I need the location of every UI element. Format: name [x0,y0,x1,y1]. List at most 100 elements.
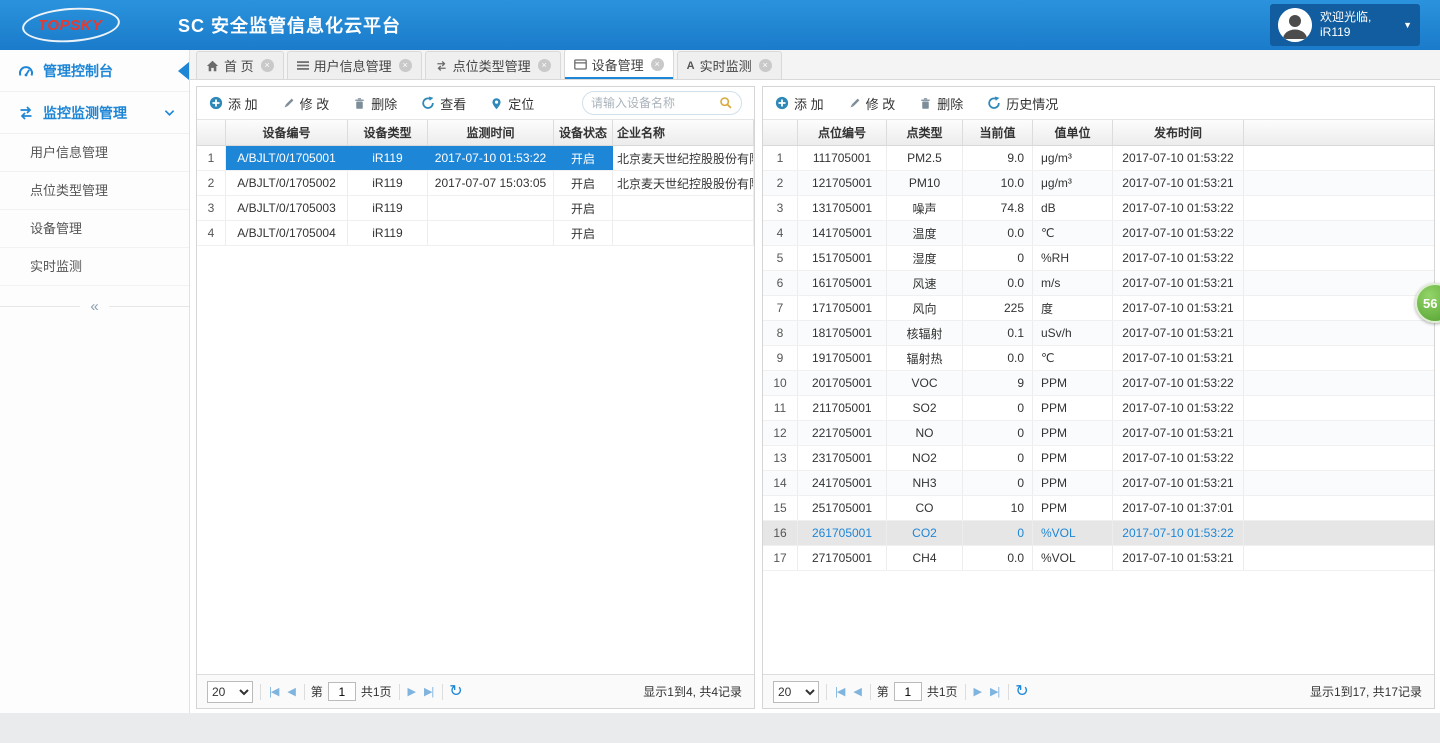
cell: 2017-07-10 01:53:22 [1113,196,1244,220]
device-card-icon [574,59,587,70]
divider [442,684,443,700]
button-label: 历史情况 [1006,94,1058,113]
close-icon[interactable]: × [399,59,412,72]
cell: 261705001 [798,521,887,545]
cell: 2017-07-10 01:53:21 [1113,421,1244,445]
edit-button[interactable]: 修 改 [282,94,330,113]
page-number-input[interactable] [328,682,356,701]
user-menu[interactable]: 欢迎光临, iR119 ▼ [1270,4,1420,46]
cell: NH3 [887,471,963,495]
table-row[interactable]: 3131705001噪声74.8dB2017-07-10 01:53:22 [763,196,1434,221]
close-icon[interactable]: × [538,59,551,72]
cell: 13 [763,446,798,470]
column-header[interactable]: 企业名称 [613,120,754,145]
sidebar-collapse-button[interactable]: « [0,292,189,320]
cell: 2017-07-10 01:37:01 [1113,496,1244,520]
column-header[interactable]: 当前值 [963,120,1033,145]
cell: 风速 [887,271,963,295]
table-row[interactable]: 3A/BJLT/0/1705003iR119开启 [197,196,754,221]
table-row[interactable]: 2121705001PM1010.0μg/m³2017-07-10 01:53:… [763,171,1434,196]
refresh-icon[interactable]: ↻ [1015,684,1028,700]
delete-button[interactable]: 删除 [353,94,397,113]
column-header[interactable]: 点位编号 [798,120,887,145]
first-page-button[interactable]: |◀ [833,685,846,698]
tab-device-mgmt[interactable]: 设备管理 × [564,49,674,79]
sidebar-item-realtime[interactable]: 实时监测 [0,248,189,286]
table-row[interactable]: 4141705001温度0.0℃2017-07-10 01:53:22 [763,221,1434,246]
column-header[interactable]: 发布时间 [1113,120,1244,145]
table-row[interactable]: 7171705001风向225度2017-07-10 01:53:21 [763,296,1434,321]
search-input[interactable] [591,96,719,110]
column-header[interactable]: 监测时间 [428,120,554,145]
list-icon [297,60,309,71]
edit-button[interactable]: 修 改 [848,94,896,113]
cell: uSv/h [1033,321,1113,345]
close-icon[interactable]: × [651,58,664,71]
table-row[interactable]: 14241705001NH30PPM2017-07-10 01:53:21 [763,471,1434,496]
table-row[interactable]: 12221705001NO0PPM2017-07-10 01:53:21 [763,421,1434,446]
table-row[interactable]: 2A/BJLT/0/1705002iR1192017-07-07 15:03:0… [197,171,754,196]
column-header[interactable]: 设备类型 [348,120,428,145]
tab-home[interactable]: 首 页 × [196,51,284,79]
sidebar-item-device-mgmt[interactable]: 设备管理 [0,210,189,248]
close-icon[interactable]: × [261,59,274,72]
divider [304,684,305,700]
next-page-button[interactable]: ▶ [406,685,417,698]
prev-page-button[interactable]: ◀ [851,685,862,698]
table-row[interactable]: 6161705001风速0.0m/s2017-07-10 01:53:21 [763,271,1434,296]
sidebar-item-point-type[interactable]: 点位类型管理 [0,172,189,210]
last-page-button[interactable]: ▶| [422,685,435,698]
tab-label: 点位类型管理 [453,56,531,75]
page-number-input[interactable] [894,682,922,701]
column-header[interactable]: 点类型 [887,120,963,145]
first-page-button[interactable]: |◀ [267,685,280,698]
table-row[interactable]: 10201705001VOC9PPM2017-07-10 01:53:22 [763,371,1434,396]
button-label: 添 加 [794,94,824,113]
tab-point-type[interactable]: 点位类型管理 × [425,51,561,79]
cell: 2 [197,171,226,195]
refresh-icon[interactable]: ↻ [449,684,462,700]
tab-user-info[interactable]: 用户信息管理 × [287,51,422,79]
button-label: 添 加 [228,94,258,113]
table-row[interactable]: 16261705001CO20%VOL2017-07-10 01:53:22 [763,521,1434,546]
history-button[interactable]: 历史情况 [987,94,1058,113]
sidebar-item-user-info[interactable]: 用户信息管理 [0,134,189,172]
tab-realtime[interactable]: A 实时监测 × [677,51,782,79]
divider [1008,684,1009,700]
tab-label: 用户信息管理 [314,56,392,75]
table-row[interactable]: 9191705001辐射热0.0℃2017-07-10 01:53:21 [763,346,1434,371]
device-pagination: 20 |◀ ◀ 第 共1页 ▶ ▶| ↻ 显示1到4, 共4记录 [197,674,754,708]
welcome-text: 欢迎光临, iR119 [1320,10,1371,40]
page-size-select[interactable]: 20 [773,681,819,703]
column-header[interactable]: 设备编号 [226,120,348,145]
prev-page-button[interactable]: ◀ [285,685,296,698]
table-row[interactable]: 8181705001核辐射0.1uSv/h2017-07-10 01:53:21 [763,321,1434,346]
next-page-button[interactable]: ▶ [972,685,983,698]
page-size-select[interactable]: 20 [207,681,253,703]
table-row[interactable]: 15251705001CO10PPM2017-07-10 01:37:01 [763,496,1434,521]
device-table-body: 1A/BJLT/0/1705001iR1192017-07-10 01:53:2… [197,146,754,246]
close-icon[interactable]: × [759,59,772,72]
cell: NO [887,421,963,445]
last-page-button[interactable]: ▶| [988,685,1001,698]
table-row[interactable]: 17271705001CH40.0%VOL2017-07-10 01:53:21 [763,546,1434,571]
device-table-header: 设备编号设备类型监测时间设备状态企业名称 [197,120,754,146]
column-header[interactable]: 值单位 [1033,120,1113,145]
table-row[interactable]: 1A/BJLT/0/1705001iR1192017-07-10 01:53:2… [197,146,754,171]
search-icon[interactable] [719,96,733,110]
cell: 141705001 [798,221,887,245]
table-row[interactable]: 13231705001NO20PPM2017-07-10 01:53:22 [763,446,1434,471]
cell: 3 [763,196,798,220]
sidebar-item-console[interactable]: 管理控制台 [0,50,189,92]
table-row[interactable]: 4A/BJLT/0/1705004iR119开启 [197,221,754,246]
add-button[interactable]: 添 加 [209,94,258,113]
locate-button[interactable]: 定位 [490,94,534,113]
view-button[interactable]: 查看 [421,94,466,113]
column-header[interactable]: 设备状态 [554,120,613,145]
delete-button[interactable]: 删除 [919,94,963,113]
add-button[interactable]: 添 加 [775,94,824,113]
table-row[interactable]: 11211705001SO20PPM2017-07-10 01:53:22 [763,396,1434,421]
table-row[interactable]: 5151705001湿度0%RH2017-07-10 01:53:22 [763,246,1434,271]
sidebar-item-monitor[interactable]: 监控监测管理 [0,92,189,134]
table-row[interactable]: 1111705001PM2.59.0μg/m³2017-07-10 01:53:… [763,146,1434,171]
